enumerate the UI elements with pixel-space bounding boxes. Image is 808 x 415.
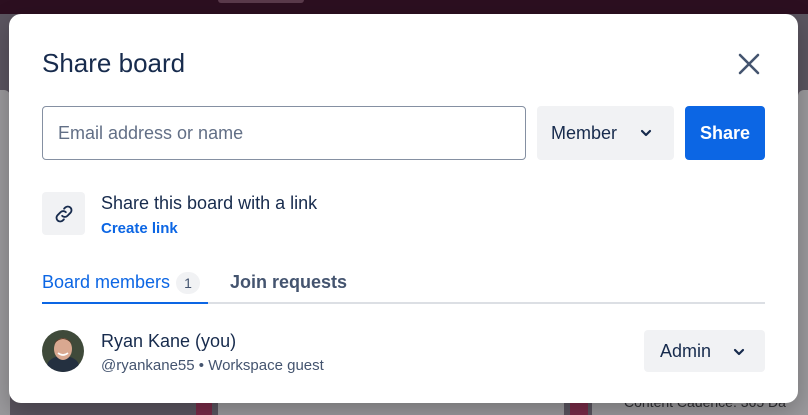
link-icon — [55, 205, 72, 222]
email-input[interactable] — [42, 106, 526, 160]
tab-label: Join requests — [230, 272, 348, 292]
tab-join-requests[interactable]: Join requests — [230, 272, 347, 304]
share-board-dialog: Share board Member Share Share this boar… — [9, 14, 798, 403]
share-link-text: Share this board with a link — [101, 193, 318, 213]
board-header — [0, 0, 808, 14]
board-list-right — [798, 90, 808, 390]
member-role-label: Admin — [660, 340, 712, 361]
create-link-button[interactable]: Create link — [101, 220, 178, 237]
member-role-select[interactable]: Admin — [644, 330, 765, 372]
dialog-title: Share board — [42, 48, 186, 78]
chevron-down-icon — [733, 348, 745, 356]
share-button[interactable]: Share — [685, 106, 765, 160]
member-row: Ryan Kane (you) @ryankane55 • Workspace … — [42, 328, 765, 376]
tab-board-members[interactable]: Board members 1 — [42, 272, 209, 304]
members-tabs: Board members 1 Join requests — [42, 272, 765, 304]
tab-label: Board members — [42, 272, 171, 292]
link-icon-container — [42, 192, 85, 235]
member-count-badge: 1 — [176, 272, 201, 294]
member-meta: @ryankane55 • Workspace guest — [101, 357, 324, 374]
role-select[interactable]: Member — [537, 106, 674, 160]
chevron-down-icon — [640, 129, 652, 137]
member-name: Ryan Kane (you) — [101, 331, 237, 351]
board-header-button — [218, 0, 304, 3]
role-select-label: Member — [551, 122, 618, 143]
close-button[interactable] — [733, 48, 765, 80]
close-icon — [738, 53, 760, 75]
avatar — [42, 330, 84, 372]
